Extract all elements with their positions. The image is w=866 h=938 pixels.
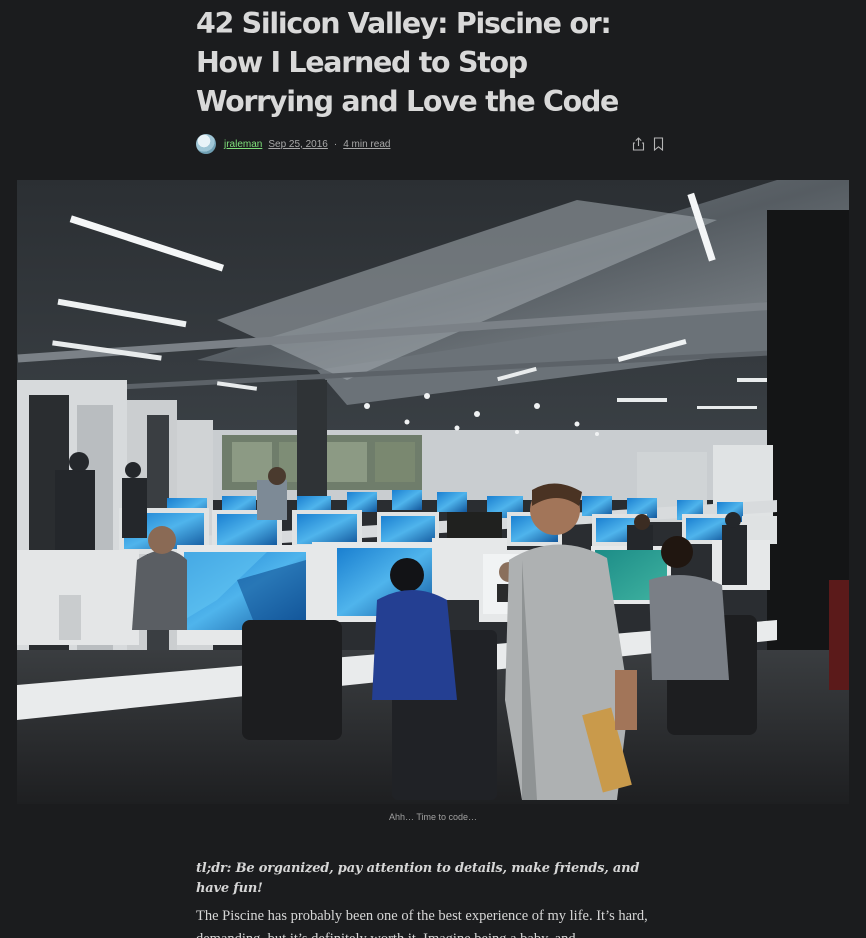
author-avatar[interactable] [196, 134, 216, 154]
article-paragraph: The Piscine has probably been one of the… [196, 908, 648, 938]
article-title: 42 Silicon Valley: Piscine or: How I Lea… [196, 7, 619, 118]
bookmark-icon[interactable] [653, 137, 666, 152]
publish-date[interactable]: Sep 25, 2016 [268, 139, 328, 150]
byline-separator: · [333, 138, 338, 150]
author-link[interactable]: jraleman [224, 139, 262, 150]
article-hero-image [17, 180, 849, 804]
read-time[interactable]: 4 min read [343, 139, 390, 150]
byline-actions [632, 137, 666, 152]
tldr-summary: tl;dr: Be organized, pay attention to de… [196, 861, 640, 896]
image-caption: Ahh… Time to code… [388, 812, 478, 822]
byline: jraleman Sep 25, 2016 · 4 min read [196, 133, 666, 155]
share-icon[interactable] [632, 137, 645, 151]
